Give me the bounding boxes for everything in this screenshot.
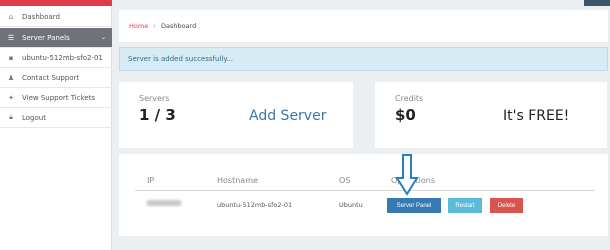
ticket-icon: ✦ — [8, 93, 14, 102]
sidebar-item-logout[interactable]: 🔒︎ Logout — [0, 108, 112, 128]
col-header-hostname: Hostname — [217, 176, 258, 185]
breadcrumb: Home › Dashboard — [119, 10, 608, 42]
sidebar-item-dashboard[interactable]: ⌂ Dashboard — [0, 7, 112, 27]
servers-label: Servers — [139, 94, 170, 103]
breadcrumb-current: Dashboard — [161, 22, 197, 30]
sidebar-item-server[interactable]: ▪ ubuntu-512mb-sfo2-01 — [0, 48, 112, 68]
sidebar-top-bar — [0, 0, 112, 6]
breadcrumb-separator: › — [153, 22, 157, 30]
server-icon: ▪ — [8, 53, 14, 62]
col-header-os: OS — [339, 176, 351, 185]
sidebar-item-label: View Support Tickets — [22, 93, 96, 102]
lock-icon: 🔒︎ — [9, 113, 13, 121]
servers-card: Servers 1 / 3 Add Server — [119, 82, 353, 148]
list-icon: ☰ — [7, 33, 15, 42]
sidebar-item-label: Server Panels — [22, 33, 70, 42]
sidebar-item-label: ubuntu-512mb-sfo2-01 — [22, 53, 103, 62]
delete-button[interactable]: Delete — [490, 198, 523, 213]
ip-address-redacted — [147, 200, 181, 206]
chevron-down-icon: ⌄ — [100, 34, 106, 41]
sidebar-item-support-tickets[interactable]: ✦ View Support Tickets — [0, 88, 112, 108]
sidebar-item-contact-support[interactable]: ♟ Contact Support — [0, 68, 112, 88]
success-alert: Server is added successfully... — [119, 47, 608, 71]
credits-card: Credits $0 It's FREE! — [375, 82, 607, 148]
restart-button[interactable]: Restart — [448, 198, 482, 213]
hostname-cell: ubuntu-512mb-sfo2-01 — [217, 201, 293, 209]
sidebar-item-server-panels[interactable]: ☰ Server Panels ⌄ — [0, 28, 112, 48]
credits-label: Credits — [395, 94, 424, 103]
servers-table: IP Hostname OS Operations ubuntu-512mb-s… — [119, 154, 608, 236]
servers-count: 1 / 3 — [139, 106, 176, 124]
corner-thumbnail — [584, 0, 610, 6]
sidebar-item-label: Contact Support — [22, 73, 80, 82]
sidebar-item-label: Dashboard — [22, 12, 60, 21]
sidebar: ⌂ Dashboard ☰ Server Panels ⌄ ▪ ubuntu-5… — [0, 0, 112, 250]
home-icon: ⌂ — [8, 12, 14, 21]
alert-text: Server is added successfully... — [128, 55, 234, 63]
server-panel-button[interactable]: Server Panel — [387, 198, 441, 213]
add-server-link[interactable]: Add Server — [249, 108, 326, 124]
free-note: It's FREE! — [503, 108, 570, 124]
annotation-arrow-down-icon — [395, 154, 419, 196]
sidebar-item-label: Logout — [22, 113, 46, 122]
breadcrumb-home-link[interactable]: Home — [129, 22, 148, 30]
header-divider — [135, 190, 595, 191]
main-content: Home › Dashboard Server is added success… — [113, 0, 610, 250]
col-header-ip: IP — [147, 176, 155, 185]
os-cell: Ubuntu — [339, 201, 363, 209]
user-icon: ♟ — [7, 73, 15, 82]
credits-amount: $0 — [395, 106, 416, 124]
